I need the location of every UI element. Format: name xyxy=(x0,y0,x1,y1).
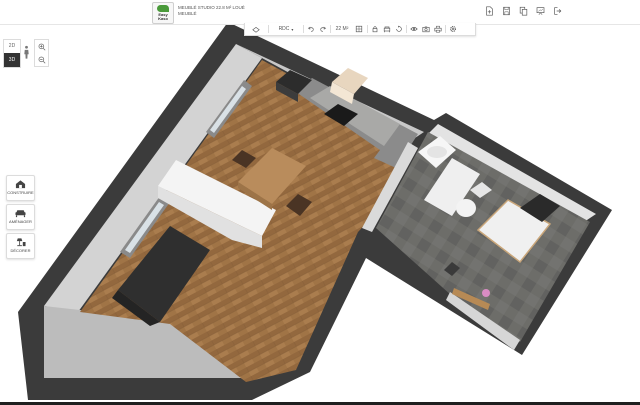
main-toolbar: RDC ▾ 22 M² xyxy=(244,23,476,36)
zoom-controls xyxy=(34,39,49,67)
3d-viewport[interactable] xyxy=(0,24,640,405)
copy-button[interactable] xyxy=(518,5,528,17)
exit-icon xyxy=(553,7,561,15)
project-subtitle: MEUBLÉ xyxy=(178,11,197,16)
person-icon xyxy=(23,45,29,59)
menu-construire-label: CONSTRUIRE xyxy=(7,190,34,195)
floor-plan-button[interactable] xyxy=(245,23,267,35)
redo-icon xyxy=(320,26,327,32)
project-info: MEUBLÉ STUDIO 22.8 M² LOUÉ MEUBLÉ xyxy=(178,5,245,17)
toolbar-separator xyxy=(330,25,331,33)
menu-amenager-label: AMÉNAGER xyxy=(9,219,32,224)
undo-icon xyxy=(307,26,314,32)
logo-leaf-icon xyxy=(157,5,169,12)
menu-decorer-label: DÉCORER xyxy=(10,248,31,253)
toolbar-separator xyxy=(445,25,446,33)
furniture-button[interactable] xyxy=(381,23,393,35)
presentation-icon xyxy=(536,7,544,15)
rotate-button[interactable] xyxy=(393,23,405,35)
furniture-icon xyxy=(383,26,391,33)
sofa-icon xyxy=(15,210,26,218)
level-label: RDC xyxy=(278,26,290,32)
chevron-down-icon: ▾ xyxy=(291,26,294,32)
settings-icon xyxy=(450,26,456,32)
redo-button[interactable] xyxy=(317,23,329,35)
toolbar-separator xyxy=(367,25,368,33)
floor-plan-3d[interactable] xyxy=(0,24,640,405)
surface-label: 22 M² xyxy=(335,26,349,32)
zoom-out-button[interactable] xyxy=(35,53,48,66)
lamp-icon xyxy=(16,238,26,247)
lock-icon xyxy=(372,26,378,33)
sink-basin xyxy=(427,146,447,158)
zoom-in-button[interactable] xyxy=(35,40,48,53)
lock-button[interactable] xyxy=(369,23,381,35)
visibility-button[interactable] xyxy=(408,23,420,35)
toolbar-separator xyxy=(406,25,407,33)
save-button[interactable] xyxy=(501,5,511,17)
save-icon xyxy=(502,6,510,16)
file-actions xyxy=(484,5,562,17)
surface-button[interactable]: 22 M² xyxy=(332,23,352,35)
exit-button[interactable] xyxy=(552,5,562,17)
mode-3d-button[interactable]: 3D xyxy=(4,53,20,67)
toilet[interactable] xyxy=(456,199,476,217)
rotate-icon xyxy=(396,25,402,32)
view-mode-toggle: 2D 3D xyxy=(3,39,21,68)
new-file-button[interactable] xyxy=(484,5,494,17)
copy-icon xyxy=(519,6,527,16)
level-select[interactable]: RDC ▾ xyxy=(270,23,302,35)
print-button[interactable] xyxy=(432,23,444,35)
menu-construire[interactable]: CONSTRUIRE xyxy=(6,175,35,201)
zoom-out-icon xyxy=(38,56,45,63)
walk-mode-button[interactable] xyxy=(20,41,32,63)
eye-icon xyxy=(410,27,418,31)
settings-button[interactable] xyxy=(447,23,459,35)
menu-decorer[interactable]: DÉCORER xyxy=(6,233,35,259)
new-file-icon xyxy=(485,6,493,16)
toolbar-separator xyxy=(303,25,304,33)
mode-2d-button[interactable]: 2D xyxy=(4,40,20,53)
pink-decor xyxy=(482,289,490,297)
print-icon xyxy=(434,25,442,33)
measure-icon xyxy=(355,25,363,33)
house-icon xyxy=(15,180,26,189)
logo-text: Easy Kaso xyxy=(158,12,168,21)
menu-amenager[interactable]: AMÉNAGER xyxy=(6,204,35,230)
app-logo[interactable]: Easy Kaso xyxy=(152,2,174,24)
presentation-button[interactable] xyxy=(535,5,545,17)
camera-button[interactable] xyxy=(420,23,432,35)
measure-button[interactable] xyxy=(352,23,366,35)
toolbar-separator xyxy=(268,25,269,33)
zoom-in-icon xyxy=(38,43,45,50)
floor-plan-icon xyxy=(252,27,260,33)
camera-icon xyxy=(422,26,430,33)
undo-button[interactable] xyxy=(305,23,317,35)
